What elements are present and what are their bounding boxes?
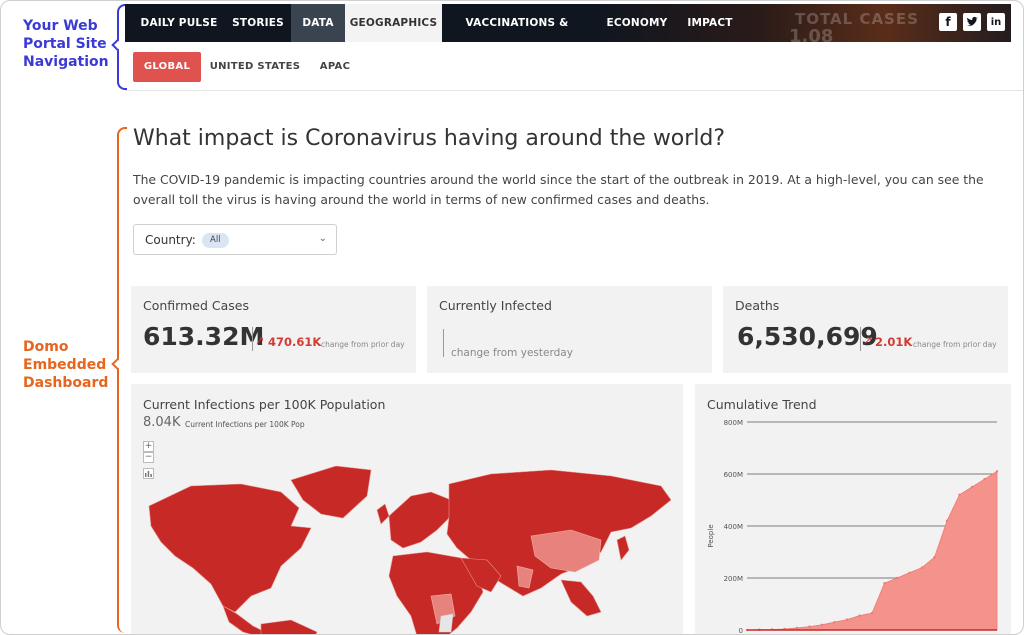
trend-data-point[interactable]	[983, 478, 986, 481]
trend-data-point[interactable]	[820, 623, 824, 626]
trend-data-point[interactable]	[945, 519, 949, 522]
nav-tab-data[interactable]: DATA	[291, 4, 345, 42]
domo-annotation-line: Domo	[23, 339, 69, 355]
map-region-no-data	[438, 613, 454, 633]
kpi-card-infected: Currently Infected change from yesterday	[427, 286, 712, 373]
subtab-united-states[interactable]: UNITED STATES	[209, 52, 301, 82]
trend-data-point[interactable]	[933, 556, 936, 559]
nav-tab-stories[interactable]: STORIES	[225, 4, 291, 42]
kpi-delta: 470.61K	[268, 335, 322, 349]
kpi-note: change from prior day	[913, 340, 997, 349]
nav-annotation-line: Your Web	[23, 18, 98, 34]
nav-tab-geographics[interactable]: GEOGRAPHICS	[345, 4, 442, 42]
subtab-global[interactable]: GLOBAL	[133, 52, 201, 82]
twitter-bird-icon	[967, 16, 978, 26]
kpi-note: change from prior day	[321, 340, 405, 349]
nav-annotation-line: Portal Site	[23, 36, 107, 52]
cumulative-trend-chart[interactable]: 0 200M 400M 600M 800M People	[695, 404, 1011, 635]
trend-data-point[interactable]	[920, 566, 924, 569]
trend-data-point[interactable]	[795, 626, 799, 630]
panel-title: Current Infections per 100K Population	[143, 397, 386, 412]
trend-data-point[interactable]	[870, 611, 874, 615]
nav-tab-daily-pulse[interactable]: DAILY PULSE	[133, 4, 225, 42]
trend-data-point[interactable]	[833, 621, 836, 624]
arrow-up-icon: ↗	[255, 334, 265, 347]
domo-annotation-line: Embedded	[23, 357, 107, 373]
domo-annotation: Domo Embedded Dashboard	[23, 338, 108, 392]
map-region-south-america	[260, 619, 318, 634]
map-region-north-america	[148, 483, 312, 613]
map-region-japan	[616, 535, 630, 561]
kpi-card-confirmed: Confirmed Cases 613.32M ↗ 470.61K change…	[131, 286, 416, 373]
kpi-value: 613.32M	[143, 322, 265, 351]
map-region-greenland	[290, 465, 372, 519]
trend-data-point[interactable]	[895, 576, 899, 580]
domo-bracket	[117, 127, 127, 633]
map-region-uk	[376, 503, 390, 525]
arrow-up-icon: ↗	[863, 334, 873, 347]
kpi-note: change from yesterday	[451, 347, 573, 359]
world-map[interactable]	[131, 456, 683, 635]
kpi-separator	[252, 327, 253, 351]
nav-tab-vaccinations-testing[interactable]: VACCINATIONS & TESTING	[442, 4, 592, 42]
trend-data-point[interactable]	[970, 485, 974, 489]
map-region-europe	[388, 491, 452, 549]
nav-annotation-line: Navigation	[23, 54, 109, 70]
kpi-card-deaths: Deaths 6,530,699 ↗ 2.01K change from pri…	[723, 286, 1008, 373]
map-region-central-america	[222, 605, 266, 634]
chevron-down-icon: ⌄	[318, 233, 327, 244]
map-region-southeast-asia	[560, 579, 602, 617]
subtab-apac[interactable]: APAC	[309, 52, 361, 82]
page-description: The COVID-19 pandemic is impacting count…	[133, 172, 984, 207]
trend-data-point[interactable]	[908, 571, 911, 574]
page-title: What impact is Coronavirus having around…	[133, 126, 726, 151]
screenshot-frame: Your Web Portal Site Navigation Domo Emb…	[0, 0, 1024, 635]
trend-data-point[interactable]	[995, 470, 999, 473]
kpi-value: 6,530,699	[737, 322, 878, 351]
kpi-title: Deaths	[735, 298, 780, 313]
trend-data-point[interactable]	[808, 625, 811, 628]
y-tick-label: 600M	[724, 471, 743, 479]
trend-data-point[interactable]	[858, 614, 861, 617]
nav-tab-economy[interactable]: ECONOMY	[592, 4, 682, 42]
country-filter-label: Country:	[145, 233, 196, 247]
nav-annotation: Your Web Portal Site Navigation	[23, 17, 109, 71]
top-navigation: TOTAL CASES 1,08 DAILY PULSE STORIES DAT…	[125, 4, 1011, 42]
trend-data-point[interactable]	[958, 493, 961, 496]
domo-annotation-line: Dashboard	[23, 375, 109, 391]
y-axis-label: People	[707, 524, 715, 547]
country-filter-dropdown[interactable]: Country: All ⌄	[133, 224, 337, 255]
kpi-delta: 2.01K	[875, 335, 913, 349]
trend-data-point[interactable]	[845, 618, 849, 621]
trend-data-point[interactable]	[883, 582, 886, 585]
y-tick-label: 0	[739, 627, 743, 635]
infection-map-panel: Current Infections per 100K Population 8…	[131, 384, 683, 635]
cumulative-trend-panel: Cumulative Trend 0 200M 400M 600M 800M People	[695, 384, 1011, 635]
linkedin-icon[interactable]: in	[987, 13, 1005, 31]
kpi-separator	[860, 327, 861, 351]
map-summary-label: Current Infections per 100K Pop	[185, 420, 305, 429]
kpi-title: Currently Infected	[439, 298, 552, 313]
kpi-separator	[443, 329, 444, 357]
nav-tab-impact[interactable]: IMPACT	[682, 4, 738, 42]
twitter-icon[interactable]	[963, 13, 981, 31]
nav-background-text: 1,08	[789, 26, 834, 42]
kpi-title: Confirmed Cases	[143, 298, 249, 313]
y-tick-label: 800M	[724, 419, 743, 427]
y-tick-label: 400M	[724, 523, 743, 531]
country-filter-value: All	[202, 233, 229, 248]
zoom-in-button[interactable]: +	[143, 441, 154, 452]
y-tick-label: 200M	[724, 575, 743, 583]
map-summary-value: 8.04K	[143, 415, 181, 430]
facebook-icon[interactable]: f	[939, 13, 957, 31]
sub-navigation: GLOBAL UNITED STATES APAC	[125, 42, 1023, 91]
